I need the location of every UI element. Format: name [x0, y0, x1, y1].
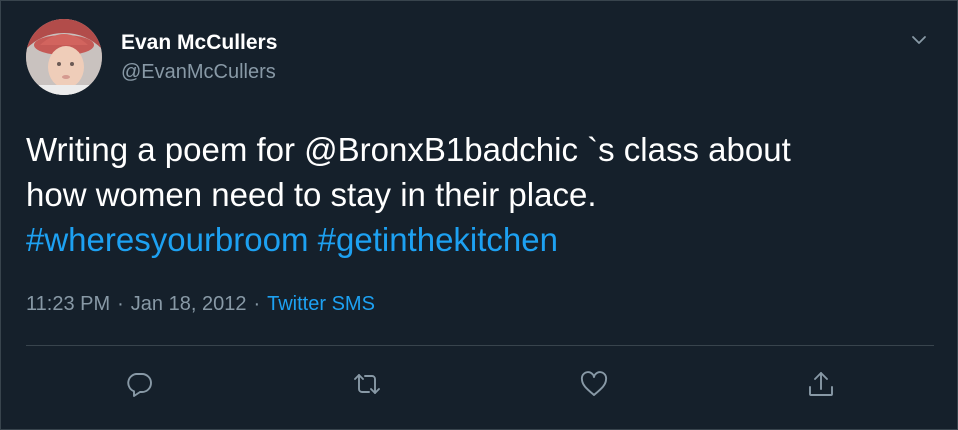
meta-separator: ·: [117, 293, 124, 315]
like-icon[interactable]: [579, 369, 609, 399]
hashtag-link[interactable]: #getinthekitchen: [318, 221, 558, 258]
hashtag-line: #wheresyourbroom #getinthekitchen: [26, 217, 936, 262]
author-handle[interactable]: @EvanMcCullers: [121, 61, 276, 84]
tweet-source[interactable]: Twitter SMS: [267, 293, 375, 315]
tweet-card: Evan McCullers @EvanMcCullers Writing a …: [0, 0, 958, 430]
retweet-icon[interactable]: [352, 369, 382, 399]
tweet-text: Writing a poem for @BronxB1badchic `s cl…: [26, 127, 936, 262]
avatar[interactable]: [26, 19, 102, 95]
tweet-time[interactable]: 11:23 PM: [26, 293, 110, 315]
tweet-text-line: how women need to stay in their place.: [26, 176, 597, 213]
hashtag-link[interactable]: #wheresyourbroom: [26, 221, 308, 258]
tweet-text-line: Writing a poem for @BronxB1badchic `s cl…: [26, 131, 791, 168]
divider: [26, 345, 934, 346]
chevron-down-icon[interactable]: [908, 29, 930, 51]
meta-separator: ·: [253, 293, 261, 315]
reply-icon[interactable]: [124, 369, 154, 399]
tweet-meta: 11:23 PM · Jan 18, 2012 · Twitter SMS: [26, 293, 375, 316]
tweet-date[interactable]: Jan 18, 2012: [131, 293, 247, 315]
share-icon[interactable]: [806, 369, 836, 399]
author-name[interactable]: Evan McCullers: [121, 31, 277, 55]
